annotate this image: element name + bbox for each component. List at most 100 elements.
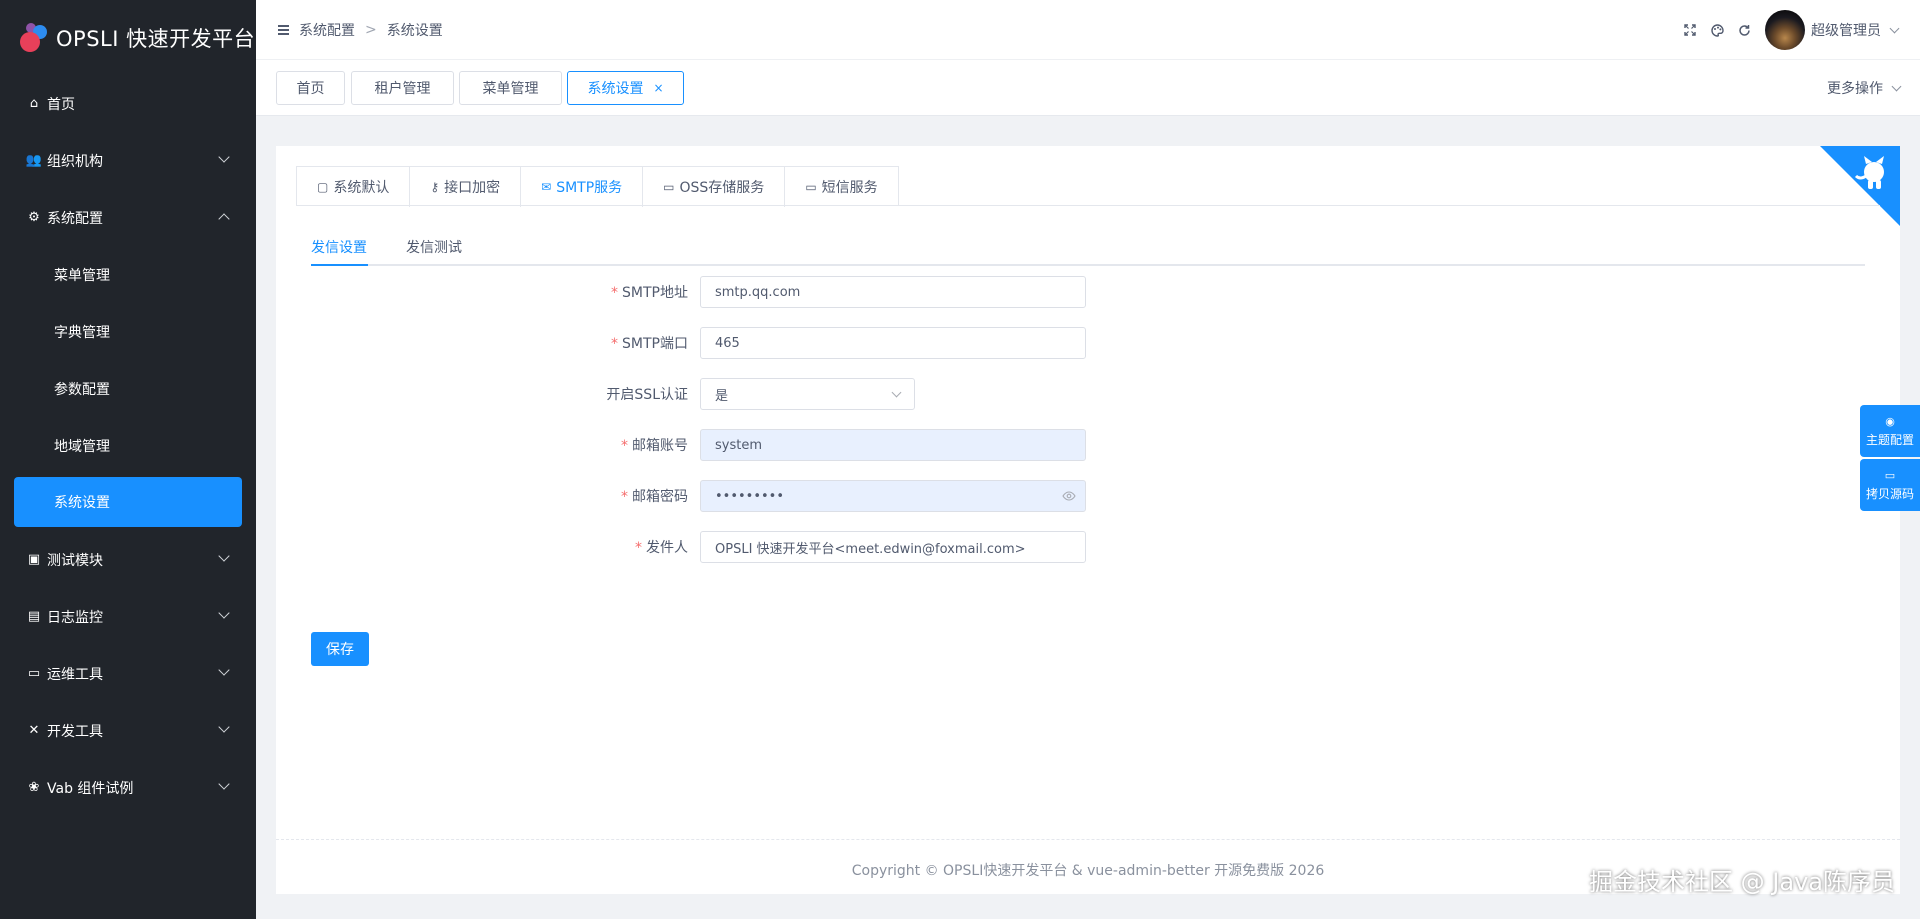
- sidebar-item-system-settings[interactable]: 系统设置: [14, 477, 242, 527]
- email-account-input[interactable]: [700, 429, 1086, 461]
- chevron-up-icon: [218, 213, 230, 225]
- ssl-select[interactable]: 是: [700, 378, 915, 410]
- smtp-port-input[interactable]: [700, 327, 1086, 359]
- breadcrumb-separator: >: [365, 21, 377, 38]
- sidebar-item-label: 系统配置: [47, 210, 103, 227]
- ssl-label: 开启SSL认证: [276, 384, 700, 404]
- tab-label: SMTP服务: [556, 180, 623, 196]
- home-icon: ⌂: [29, 96, 39, 111]
- chevron-down-icon: [218, 550, 230, 562]
- smtp-inner-tabs: 发信设置 发信测试: [311, 230, 1865, 266]
- sidebar-item-label: 日志监控: [47, 609, 103, 626]
- tab-send-test[interactable]: 发信测试: [406, 230, 462, 264]
- laptop-icon: ▭: [1884, 468, 1896, 482]
- sidebar-item-ops-tools[interactable]: ▭ 运维工具: [0, 645, 256, 702]
- sidebar-item-log-monitor[interactable]: ▤ 日志监控: [0, 588, 256, 645]
- tab-send-settings[interactable]: 发信设置: [311, 230, 367, 264]
- form-row-password: * 邮箱密码: [276, 480, 1086, 512]
- smtp-host-label: * SMTP地址: [276, 282, 700, 302]
- sidebar-item-label: 组织机构: [47, 153, 103, 170]
- breadcrumb: 系统配置 > 系统设置: [299, 20, 443, 40]
- tab-smtp-service[interactable]: ✉ SMTP服务: [521, 167, 644, 207]
- tools-icon: ✕: [28, 723, 40, 738]
- chevron-down-icon: [891, 387, 902, 398]
- theme-config-button[interactable]: ◉ 主题配置: [1860, 405, 1920, 457]
- file-icon: ▤: [27, 609, 41, 624]
- tab-system-settings[interactable]: 系统设置 ×: [567, 71, 684, 105]
- tab-menu-management[interactable]: 菜单管理: [459, 71, 562, 105]
- fullscreen-icon[interactable]: [1681, 21, 1699, 39]
- sidebar-item-home[interactable]: ⌂ 首页: [0, 75, 256, 132]
- tab-label: 菜单管理: [482, 81, 539, 97]
- box-icon: ▣: [27, 552, 41, 567]
- theme-config-label: 主题配置: [1865, 432, 1914, 447]
- breadcrumb-item[interactable]: 系统配置: [299, 20, 355, 40]
- tab-label: 短信服务: [821, 180, 878, 196]
- tab-home[interactable]: 首页: [276, 71, 345, 105]
- ssl-select-value: 是: [715, 388, 729, 404]
- users-icon: 👥: [25, 153, 43, 168]
- eye-icon[interactable]: [1062, 489, 1076, 503]
- logo-icon: [20, 22, 50, 53]
- sidebar-item-test-module[interactable]: ▣ 测试模块: [0, 531, 256, 588]
- tab-tenant-management[interactable]: 租户管理: [351, 71, 454, 105]
- tabs-bar: 首页 租户管理 菜单管理 系统设置 × 更多操作: [256, 60, 1920, 116]
- required-mark: *: [611, 336, 619, 352]
- more-operations-label: 更多操作: [1827, 81, 1883, 97]
- tab-system-default[interactable]: ▢ 系统默认: [297, 167, 411, 207]
- sidebar-item-regions[interactable]: 地域管理: [0, 417, 256, 474]
- sidebar-item-system-config[interactable]: ⚙ 系统配置: [0, 189, 256, 246]
- label-text: 邮箱密码: [632, 489, 688, 505]
- copy-source-button[interactable]: ▭ 拷贝源码: [1860, 459, 1920, 511]
- key-icon: ⚷: [430, 180, 440, 194]
- smtp-host-input[interactable]: [700, 276, 1086, 308]
- required-mark: *: [635, 540, 642, 556]
- github-corner-icon[interactable]: [1820, 146, 1900, 226]
- folder-icon: ▭: [663, 180, 675, 194]
- account-label: * 邮箱账号: [276, 435, 700, 455]
- more-operations-dropdown[interactable]: 更多操作: [1827, 60, 1902, 116]
- palette-icon[interactable]: [1708, 21, 1726, 39]
- password-wrapper: [700, 480, 1086, 512]
- form-row-ssl: 开启SSL认证 是: [276, 378, 915, 410]
- close-icon[interactable]: ×: [653, 81, 663, 95]
- sidebar-item-label: 运维工具: [47, 666, 103, 683]
- tab-label: 首页: [296, 81, 325, 97]
- sender-input[interactable]: [700, 531, 1086, 563]
- label-text: 发件人: [646, 540, 688, 556]
- folder-icon: ▭: [805, 180, 817, 194]
- refresh-icon[interactable]: [1735, 21, 1753, 39]
- chevron-down-icon[interactable]: [1889, 23, 1900, 33]
- tab-label: 租户管理: [374, 81, 431, 97]
- label-text: 邮箱账号: [632, 438, 688, 454]
- tab-label: OSS存储服务: [679, 180, 765, 196]
- collapse-menu-icon[interactable]: [278, 24, 289, 35]
- label-text: SMTP地址: [622, 285, 688, 301]
- form-row-account: * 邮箱账号: [276, 429, 1086, 461]
- required-mark: *: [621, 489, 628, 505]
- sidebar-item-vab-components[interactable]: ❀ Vab 组件试例: [0, 759, 256, 816]
- avatar[interactable]: [1765, 10, 1805, 50]
- tab-oss-storage[interactable]: ▭ OSS存储服务: [643, 167, 786, 207]
- app-logo[interactable]: OPSLI 快速开发平台: [0, 0, 256, 75]
- sidebar-item-dev-tools[interactable]: ✕ 开发工具: [0, 702, 256, 759]
- tab-sms-service[interactable]: ▭ 短信服务: [785, 167, 898, 207]
- sidebar-item-label: 首页: [47, 96, 75, 113]
- tab-api-encryption[interactable]: ⚷ 接口加密: [410, 167, 522, 207]
- mail-icon: ✉: [541, 180, 552, 194]
- form-row-sender: * 发件人: [276, 531, 1086, 563]
- sidebar-item-parameters[interactable]: 参数配置: [0, 360, 256, 417]
- email-password-input[interactable]: [700, 480, 1086, 512]
- copy-source-label: 拷贝源码: [1865, 486, 1914, 501]
- header-actions: 超级管理员: [1672, 0, 1900, 60]
- sidebar-item-organization[interactable]: 👥 组织机构: [0, 132, 256, 189]
- active-tab-indicator: [311, 264, 368, 266]
- username[interactable]: 超级管理员: [1811, 20, 1881, 40]
- save-button[interactable]: 保存: [311, 632, 369, 666]
- sidebar-item-menu-management[interactable]: 菜单管理: [0, 246, 256, 303]
- gear-icon: ⚙: [28, 210, 40, 225]
- smtp-port-label: * SMTP端口: [276, 333, 700, 353]
- required-mark: *: [621, 438, 628, 454]
- sidebar-item-dictionary[interactable]: 字典管理: [0, 303, 256, 360]
- paw-icon: ❀: [28, 780, 40, 795]
